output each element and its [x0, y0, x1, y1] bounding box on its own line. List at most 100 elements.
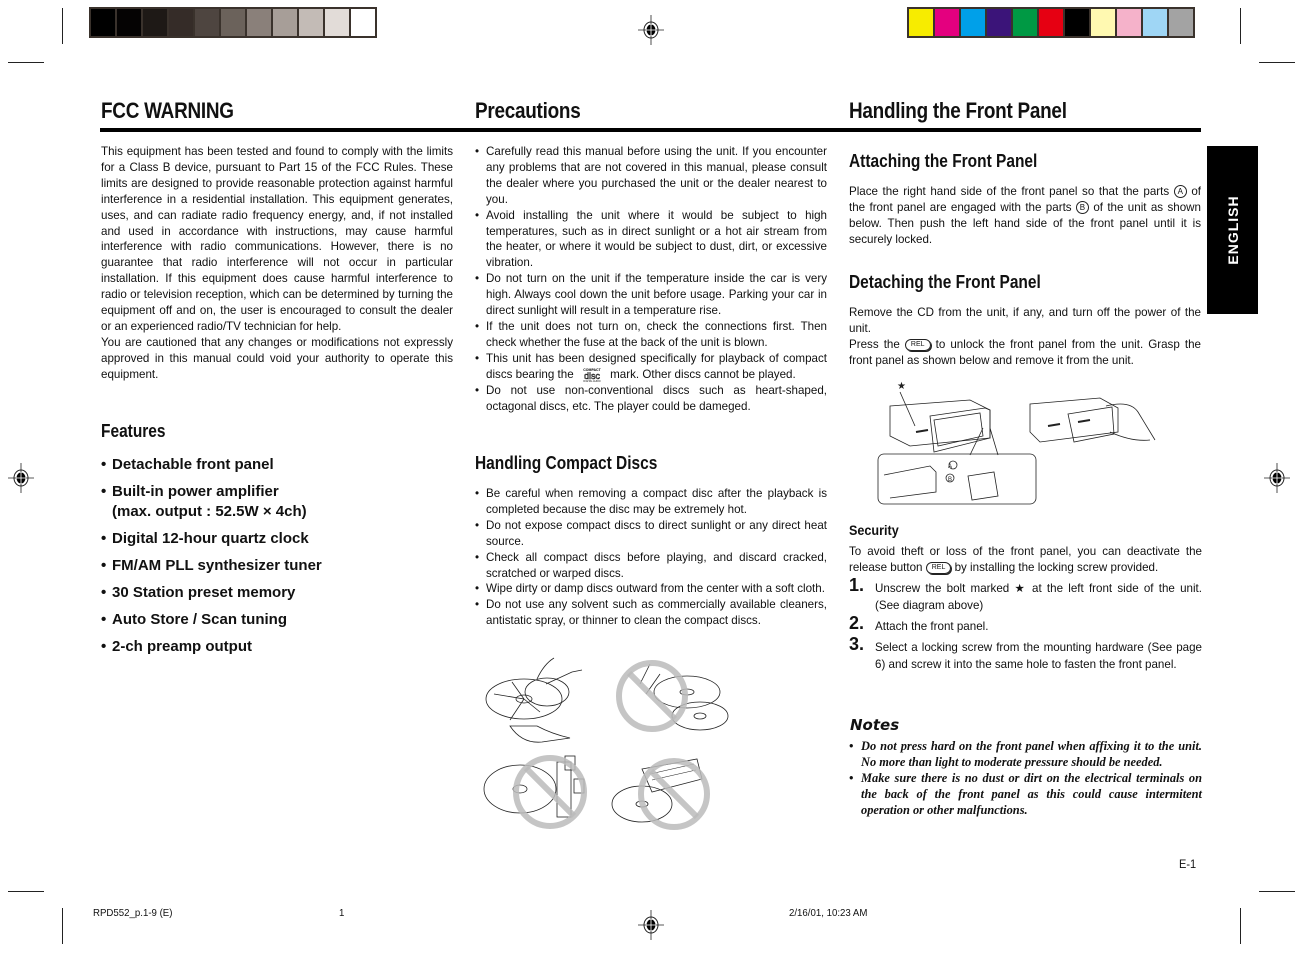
precautions-list: Carefully read this manual before using … [475, 144, 827, 414]
svg-text:★: ★ [897, 381, 906, 392]
color-swatch [91, 9, 115, 36]
color-swatch [1117, 9, 1141, 36]
disc-handling-illustrations [483, 657, 729, 830]
crop-mark [1259, 62, 1295, 63]
note-item: Do not press hard on the front panel whe… [849, 738, 1202, 770]
precaution-item: Carefully read this manual before using … [475, 144, 827, 208]
crop-mark [1240, 908, 1241, 944]
heading-features: Features [101, 421, 166, 441]
language-tab: ENGLISH [1207, 146, 1258, 314]
no-solvent-illustration [483, 755, 587, 829]
feature-item: 30 Station preset memory [101, 583, 322, 603]
color-swatch [1169, 9, 1193, 36]
svg-text:B: B [948, 477, 952, 483]
heading-handling-front-panel: Handling the Front Panel [849, 98, 1067, 123]
heading-fcc-warning: FCC WARNING [101, 98, 234, 123]
heading-detaching-front-panel: Detaching the Front Panel [849, 272, 1041, 292]
heading-handling-compact-discs: Handling Compact Discs [475, 453, 658, 473]
disc-care-item: Check all compact discs before playing, … [475, 550, 827, 582]
feature-item: Auto Store / Scan tuning [101, 610, 322, 630]
registration-mark-icon [638, 910, 664, 940]
color-swatch [273, 9, 297, 36]
color-swatch [247, 9, 271, 36]
front-panel-diagram: ★ A B [877, 381, 1156, 505]
rel-button-icon: REL [925, 561, 952, 574]
crop-mark [1259, 891, 1295, 892]
color-swatch [1065, 9, 1089, 36]
compact-disc-list: Be careful when removing a compact disc … [475, 486, 827, 629]
no-record-cleaner-illustration [611, 758, 710, 830]
detaching-text: Remove the CD from the unit, if any, and… [849, 306, 1201, 367]
color-swatch [351, 9, 375, 36]
security-step: 3. Select a locking screw from the mounti… [849, 634, 1202, 671]
security-step: 2. Attach the front panel. [849, 613, 989, 633]
part-a-marker: A [1173, 185, 1187, 199]
precaution-item: If the unit does not turn on, check the … [475, 319, 827, 351]
feature-item: Built-in power amplifier(max. output : 5… [101, 482, 322, 522]
color-swatch [1091, 9, 1115, 36]
heading-security: Security [849, 522, 899, 538]
crop-mark [62, 908, 63, 944]
wipe-disc-illustration [485, 657, 583, 743]
registration-mark-icon [8, 463, 34, 493]
fcc-warning-text: This equipment has been tested and found… [101, 144, 453, 383]
heading-notes: Notes [850, 716, 900, 734]
color-swatch [143, 9, 167, 36]
crop-mark [8, 891, 44, 892]
color-swatch [909, 9, 933, 36]
disc-care-item: Be careful when removing a compact disc … [475, 486, 827, 518]
footer-file-name: RPD552_p.1-9 (E) [93, 907, 173, 919]
color-swatch [987, 9, 1011, 36]
precaution-item: Avoid installing the unit where it would… [475, 208, 827, 272]
note-item: Make sure there is no dust or dirt on th… [849, 770, 1202, 818]
attaching-text: Place the right hand side of the front p… [849, 185, 1201, 246]
color-swatch [169, 9, 193, 36]
feature-item: Detachable front panel [101, 455, 322, 475]
color-swatch [221, 9, 245, 36]
notes-list: Do not press hard on the front panel whe… [849, 738, 1202, 818]
color-swatch [195, 9, 219, 36]
heading-precautions: Precautions [475, 98, 581, 123]
security-step: 1. Unscrew the bolt marked ★ at the left … [849, 575, 1202, 612]
page-number: E-1 [1179, 857, 1197, 871]
disc-care-item: Do not use any solvent such as commercia… [475, 597, 827, 629]
footer-timestamp: 2/16/01, 10:23 AM [789, 907, 868, 919]
color-swatch [299, 9, 323, 36]
part-b-marker: B [1075, 201, 1089, 215]
grayscale-color-bar [89, 7, 377, 38]
precaution-item: This unit has been designed specifically… [475, 351, 827, 383]
rel-button-icon: REL [904, 338, 931, 351]
disc-care-item: Do not expose compact discs to direct su… [475, 518, 827, 550]
security-text: To avoid theft or loss of the front pane… [849, 545, 1202, 574]
crop-mark [1240, 8, 1241, 44]
disc-care-item: Wipe dirty or damp discs outward from th… [475, 581, 827, 597]
fcc-paragraph-2: You are cautioned that any changes or mo… [101, 335, 453, 381]
feature-item: 2-ch preamp output [101, 637, 322, 657]
color-swatch [117, 9, 141, 36]
color-swatch [1013, 9, 1037, 36]
crop-mark [8, 62, 44, 63]
process-color-bar [907, 7, 1195, 38]
color-swatch [325, 9, 349, 36]
heading-rule [100, 128, 1201, 132]
color-swatch [1039, 9, 1063, 36]
features-list: Detachable front panel Built-in power am… [101, 455, 322, 664]
crop-mark [62, 8, 63, 44]
precaution-item: Do not turn on the unit if the temperatu… [475, 271, 827, 319]
compact-disc-logo-icon: COMPACT disc DIGITAL AUDIO [576, 367, 607, 383]
color-swatch [1143, 9, 1167, 36]
color-swatch [961, 9, 985, 36]
fcc-paragraph-1: This equipment has been tested and found… [101, 145, 453, 333]
color-swatch [935, 9, 959, 36]
footer-sheet-number: 1 [339, 907, 345, 919]
heading-attaching-front-panel: Attaching the Front Panel [849, 151, 1038, 171]
no-scratch-illustration [616, 660, 729, 732]
feature-item: Digital 12-hour quartz clock [101, 529, 322, 549]
feature-item: FM/AM PLL synthesizer tuner [101, 556, 322, 576]
language-tab-label: ENGLISH [1224, 195, 1241, 265]
registration-mark-icon [638, 15, 664, 45]
security-steps: 1. Unscrew the bolt marked ★ at the left … [849, 575, 1202, 677]
precaution-item: Do not use non-conventional discs such a… [475, 383, 827, 415]
registration-mark-icon [1264, 463, 1290, 493]
svg-text:A: A [948, 464, 952, 470]
